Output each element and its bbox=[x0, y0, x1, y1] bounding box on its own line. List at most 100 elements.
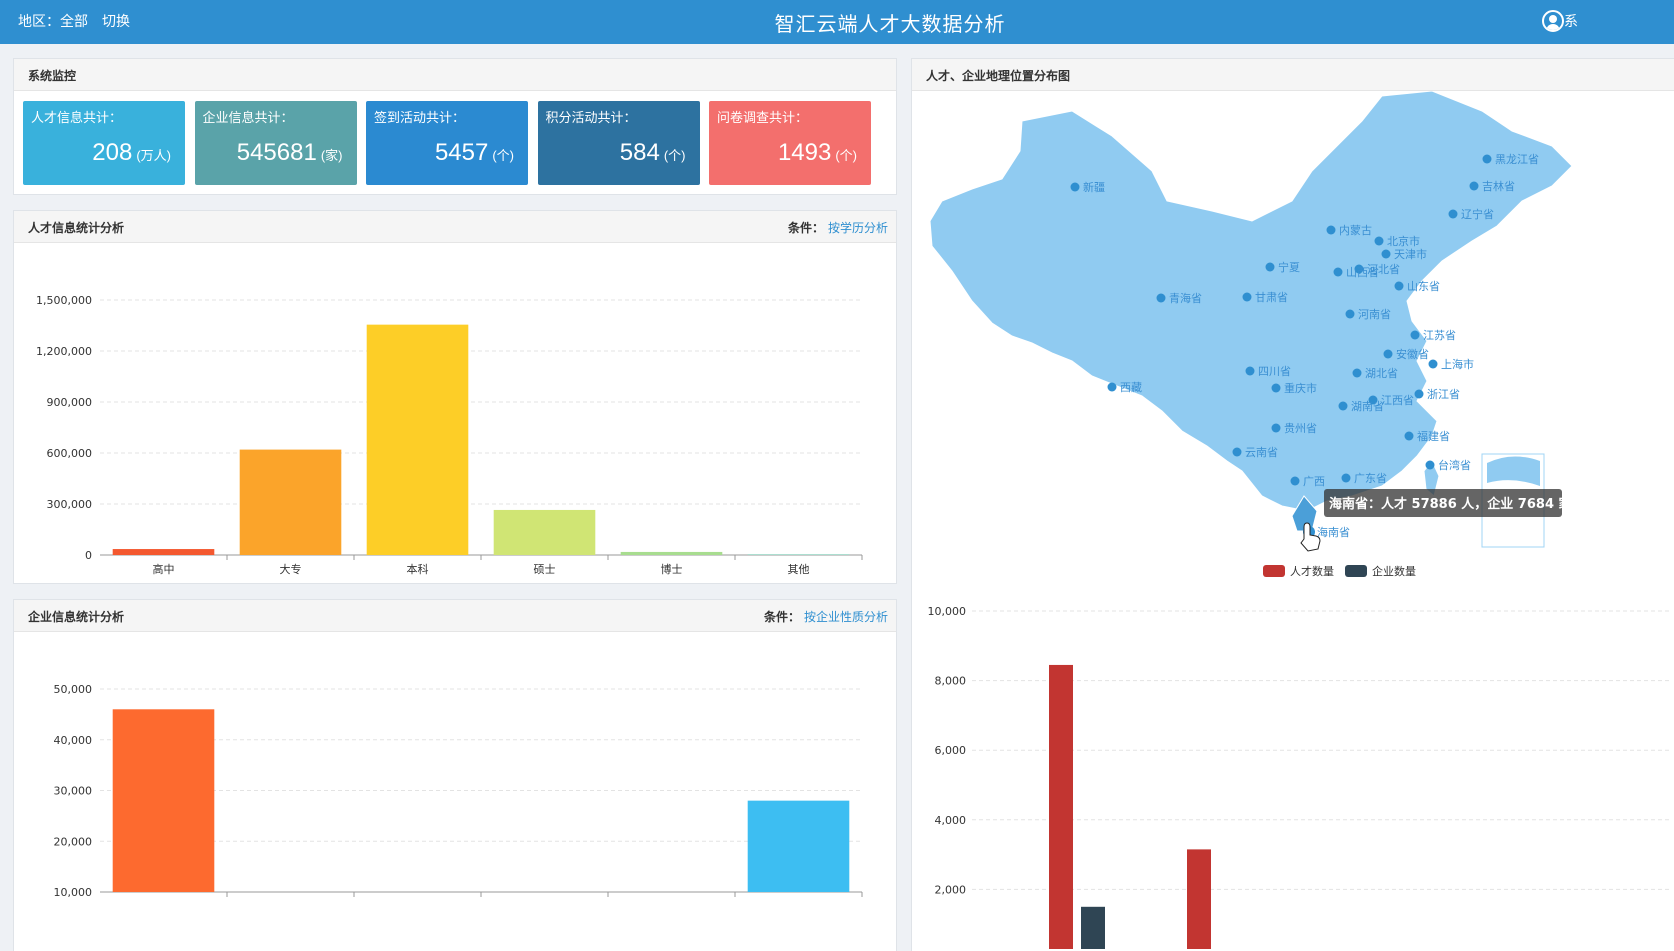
province-marker[interactable] bbox=[1245, 366, 1255, 376]
bar[interactable] bbox=[239, 449, 342, 555]
system-monitor-panel: 系统监控 人才信息共计： 208 (万人) 企业信息共计： 545681 (家) 签到活动共… bbox=[13, 58, 897, 195]
y-tick-label: 30,000 bbox=[54, 785, 93, 798]
company-type-bar-chart: 10,000 20,000 30,000 40,000 50,000 bbox=[54, 683, 863, 899]
legend-swatch[interactable] bbox=[1345, 565, 1367, 577]
province-marker[interactable] bbox=[1352, 368, 1362, 378]
province-label: 山西省 bbox=[1346, 266, 1379, 279]
province-marker[interactable] bbox=[1374, 236, 1384, 246]
legend-label[interactable]: 企业数量 bbox=[1372, 564, 1416, 578]
stat-label: 积分活动共计： bbox=[545, 111, 637, 126]
bar[interactable] bbox=[747, 800, 850, 892]
y-tick-label: 10,000 bbox=[928, 605, 967, 618]
y-tick-label: 10,000 bbox=[54, 886, 93, 899]
stat-card[interactable]: 签到活动共计： 5457 (个) bbox=[366, 101, 528, 185]
province-label: 海南省 bbox=[1317, 525, 1350, 539]
stat-label: 人才信息共计： bbox=[31, 111, 123, 126]
province-marker[interactable] bbox=[1333, 267, 1343, 277]
province-marker[interactable] bbox=[1410, 330, 1420, 340]
province-marker[interactable] bbox=[1381, 249, 1391, 259]
y-tick-label: 1,500,000 bbox=[36, 294, 92, 307]
user-menu-label[interactable]: 系 bbox=[1564, 11, 1578, 31]
stat-unit: (个) bbox=[663, 148, 686, 163]
bar[interactable] bbox=[1187, 849, 1211, 949]
stat-card[interactable]: 企业信息共计： 545681 (家) bbox=[194, 101, 357, 185]
bar[interactable] bbox=[1049, 664, 1073, 949]
stat-card[interactable]: 人才信息共计： 208 (万人) bbox=[23, 101, 185, 185]
x-tick-label: 博士 bbox=[661, 563, 683, 576]
bar[interactable] bbox=[1081, 906, 1105, 949]
province-marker[interactable] bbox=[1232, 447, 1242, 457]
panel-header: 人才、企业地理位置分布图 bbox=[912, 59, 1674, 91]
x-tick-label: 大专 bbox=[280, 562, 302, 576]
province-marker[interactable] bbox=[1404, 431, 1414, 441]
province-marker[interactable] bbox=[1242, 292, 1252, 302]
bar[interactable] bbox=[366, 324, 469, 555]
stat-number: 208 bbox=[92, 139, 133, 166]
stat-number: 5457 bbox=[434, 139, 489, 166]
condition-selector: 条件： 按学历分析 bbox=[788, 219, 888, 236]
stat-value: 584 (个) bbox=[620, 139, 686, 167]
province-marker[interactable] bbox=[1290, 476, 1300, 486]
province-label: 台湾省 bbox=[1438, 458, 1471, 472]
province-marker[interactable] bbox=[1070, 182, 1080, 192]
legend-swatch[interactable] bbox=[1263, 565, 1285, 577]
province-marker[interactable] bbox=[1482, 154, 1492, 164]
province-marker[interactable] bbox=[1428, 359, 1438, 369]
y-tick-label: 6,000 bbox=[935, 744, 967, 757]
province-label: 黑龙江省 bbox=[1495, 153, 1539, 166]
stat-card[interactable]: 积分活动共计： 584 (个) bbox=[537, 101, 700, 185]
y-tick-label: 2,000 bbox=[935, 883, 967, 896]
map-panel: 人才、企业地理位置分布图 新疆 西藏 青海省 甘肃省 宁夏 内蒙古 黑龙江省 吉林省 辽宁省 北京… bbox=[911, 58, 1674, 951]
stat-card[interactable]: 问卷调查共计： 1493 (个) bbox=[709, 101, 871, 185]
education-bar-chart: 0 300,000 600,000 900,000 1,200,000 1,500,000… bbox=[36, 294, 863, 576]
y-tick-label: 300,000 bbox=[47, 498, 93, 511]
panel-header: 系统监控 bbox=[14, 59, 896, 91]
province-marker[interactable] bbox=[1338, 401, 1348, 411]
x-tick-label: 本科 bbox=[407, 562, 429, 576]
province-marker[interactable] bbox=[1271, 423, 1281, 433]
condition-link[interactable]: 按企业性质分析 bbox=[804, 610, 888, 624]
province-label: 青海省 bbox=[1169, 291, 1202, 305]
user-icon[interactable] bbox=[1542, 10, 1564, 32]
y-tick-label: 1,200,000 bbox=[36, 345, 92, 358]
y-tick-label: 8,000 bbox=[935, 675, 967, 688]
province-marker[interactable] bbox=[1414, 389, 1424, 399]
y-tick-label: 600,000 bbox=[47, 447, 93, 460]
province-marker[interactable] bbox=[1469, 181, 1479, 191]
stat-label: 签到活动共计： bbox=[374, 111, 466, 126]
province-label: 江西省 bbox=[1381, 394, 1414, 407]
province-marker[interactable] bbox=[1383, 349, 1393, 359]
bar[interactable] bbox=[747, 554, 850, 555]
province-marker[interactable] bbox=[1326, 225, 1336, 235]
panel-header: 人才信息统计分析 条件： 按学历分析 bbox=[14, 211, 896, 243]
province-label: 广西 bbox=[1303, 475, 1325, 488]
bar[interactable] bbox=[112, 549, 215, 555]
province-marker[interactable] bbox=[1425, 460, 1435, 470]
bar[interactable] bbox=[112, 709, 215, 892]
stat-number: 545681 bbox=[236, 139, 317, 166]
company-analysis-panel: 企业信息统计分析 条件： 按企业性质分析 10,000 20,000 30,000 40… bbox=[13, 599, 897, 951]
stat-unit: (个) bbox=[835, 148, 857, 163]
province-marker[interactable] bbox=[1341, 473, 1351, 483]
province-marker[interactable] bbox=[1265, 262, 1275, 272]
panel-title: 系统监控 bbox=[28, 69, 77, 83]
province-marker[interactable] bbox=[1156, 293, 1166, 303]
map-tooltip: 海南省：人才 57886 人，企业 7684 家 bbox=[1329, 496, 1573, 512]
province-marker[interactable] bbox=[1448, 209, 1458, 219]
bar[interactable] bbox=[493, 509, 596, 555]
panel-header: 企业信息统计分析 条件： 按企业性质分析 bbox=[14, 600, 896, 632]
bar[interactable] bbox=[620, 551, 723, 555]
stat-unit: (万人) bbox=[136, 148, 171, 163]
province-label: 湖北省 bbox=[1365, 367, 1398, 380]
province-marker[interactable] bbox=[1394, 281, 1404, 291]
province-marker[interactable] bbox=[1271, 383, 1281, 393]
panel-title: 人才信息统计分析 bbox=[28, 221, 125, 235]
legend-label[interactable]: 人才数量 bbox=[1290, 564, 1334, 578]
province-marker[interactable] bbox=[1107, 382, 1117, 392]
y-tick-label: 40,000 bbox=[54, 734, 93, 747]
province-marker[interactable] bbox=[1345, 309, 1355, 319]
stat-value: 208 (万人) bbox=[92, 139, 171, 167]
stat-number: 584 bbox=[619, 139, 660, 166]
condition-link[interactable]: 按学历分析 bbox=[828, 221, 888, 235]
condition-selector: 条件： 按企业性质分析 bbox=[764, 608, 888, 625]
